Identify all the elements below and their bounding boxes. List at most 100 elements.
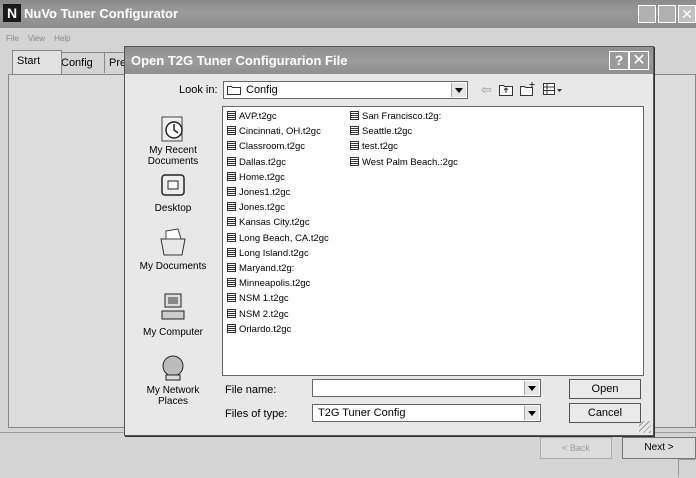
file-name: NSM 1.t2gc <box>239 293 289 305</box>
file-item[interactable]: NSM 1.t2gc <box>227 292 289 305</box>
file-icon <box>227 126 236 136</box>
look-in-value: Config <box>246 84 278 96</box>
place-label: My Network Places <box>146 385 200 407</box>
file-item[interactable]: Home.t2gc <box>227 171 285 184</box>
file-item[interactable]: Orlardo.t2gc <box>227 323 291 336</box>
file-icon <box>227 263 236 272</box>
place-my-network-places[interactable]: My Network Places <box>133 353 213 407</box>
file-icon <box>350 141 359 151</box>
file-name: test.t2gc <box>362 141 398 153</box>
file-item[interactable]: test.t2gc <box>350 140 398 153</box>
file-item[interactable]: Jones.t2gc <box>227 201 285 214</box>
network-places-icon <box>162 355 184 381</box>
dialog-close-button[interactable]: ✕ <box>629 51 649 70</box>
file-item[interactable]: Kansas City.t2gc <box>227 216 310 229</box>
maximize-button[interactable] <box>658 5 676 23</box>
tab-start[interactable]: Start <box>12 50 62 74</box>
file-icon <box>350 111 359 120</box>
menu-file[interactable]: File <box>6 34 19 43</box>
file-name: Cincinnati, OH.t2gc <box>239 126 321 138</box>
file-item[interactable]: AVP.t2gc <box>227 110 277 123</box>
file-name: Classroom.t2gc <box>239 141 305 153</box>
file-icon <box>227 156 236 166</box>
file-icon <box>350 156 359 166</box>
menu-bar: File View Help <box>0 34 74 46</box>
chevron-down-icon[interactable] <box>524 381 539 395</box>
file-name: Orlardo.t2gc <box>239 323 292 335</box>
file-name: AVP.t2gc <box>239 111 277 122</box>
desktop-icon <box>161 174 185 196</box>
open-button[interactable]: Open <box>569 379 641 399</box>
file-name: Maryand.t2g: <box>239 263 295 274</box>
my-computer-icon <box>161 293 185 320</box>
minimize-button[interactable] <box>638 5 656 23</box>
file-name: Seattle.t2gc <box>362 126 413 138</box>
files-of-type-dropdown[interactable]: T2G Tuner Config <box>312 404 541 422</box>
place-label: My Documents <box>139 261 207 272</box>
file-name: Kansas City.t2gc <box>239 217 310 229</box>
tab-config[interactable]: Config <box>56 52 110 73</box>
chevron-down-icon[interactable] <box>451 83 466 97</box>
place-label: My Computer <box>142 327 203 338</box>
close-window-button[interactable]: ✕ <box>678 5 696 23</box>
folder-icon <box>227 86 241 95</box>
main-window-title: NuVo Tuner Configurator <box>24 6 179 21</box>
file-item[interactable]: Maryand.t2g: <box>227 262 294 275</box>
file-item[interactable]: NSM 2.t2gc <box>227 308 289 321</box>
file-name: Jones.t2gc <box>239 202 285 214</box>
file-icon <box>227 278 236 288</box>
next-button[interactable]: Next > <box>622 437 696 459</box>
file-item[interactable]: Classroom.t2gc <box>227 140 305 153</box>
file-item[interactable]: Long Island.t2gc <box>227 247 309 260</box>
file-name: San Francisco.t2g: <box>362 111 442 122</box>
file-item[interactable]: West Palm Beach.:2gc <box>350 156 458 169</box>
file-icon <box>350 126 359 136</box>
file-item[interactable]: Cincinnati, OH.t2gc <box>227 125 321 138</box>
file-name: Home.t2gc <box>239 171 285 183</box>
dialog-title-bar[interactable]: Open T2G Tuner Configurarion File ? ✕ <box>125 47 653 74</box>
file-name-dropdown[interactable] <box>524 380 540 396</box>
file-icon <box>227 247 236 257</box>
my-documents-icon <box>160 228 186 256</box>
up-folder-icon[interactable] <box>499 82 513 96</box>
file-icon <box>227 217 236 227</box>
file-name: West Palm Beach.:2gc <box>362 156 458 168</box>
open-file-dialog: Open T2G Tuner Configurarion File ? ✕ Lo… <box>124 46 654 436</box>
menu-help[interactable]: Help <box>54 34 70 43</box>
file-icon <box>227 141 236 151</box>
file-item[interactable]: San Francisco.t2g: <box>350 110 441 123</box>
file-item[interactable]: Dallas.t2gc <box>227 156 286 169</box>
menu-view[interactable]: View <box>28 34 45 43</box>
back-arrow-icon[interactable]: ⇦ <box>481 82 492 98</box>
file-icon <box>227 111 236 120</box>
resize-grip[interactable] <box>678 459 695 477</box>
file-icon <box>227 232 236 242</box>
help-button[interactable]: ? <box>609 51 629 70</box>
file-item[interactable]: Jones1.t2gc <box>227 186 290 199</box>
dialog-resize-grip[interactable] <box>639 421 651 433</box>
file-name-label: File name: <box>225 384 277 396</box>
chevron-down-icon[interactable] <box>524 406 539 420</box>
file-icon <box>227 323 236 333</box>
file-name-input[interactable] <box>312 379 541 397</box>
place-desktop[interactable]: Desktop <box>133 171 213 214</box>
file-icon <box>227 171 236 181</box>
file-item[interactable]: Minneapolis.t2gc <box>227 277 310 290</box>
look-in-dropdown[interactable]: Config <box>223 81 468 99</box>
file-list[interactable]: AVP.t2gc Cincinnati, OH.t2gc Classroom.t2g… <box>222 106 644 376</box>
place-label: Desktop <box>154 203 192 214</box>
place-my-computer[interactable]: My Computer <box>133 291 213 338</box>
file-name: NSM 2.t2gc <box>239 308 289 320</box>
new-folder-icon[interactable] <box>520 82 536 96</box>
file-name: Minneapolis.t2gc <box>239 278 311 290</box>
file-name: Long Beach, CA.t2gc <box>239 232 329 244</box>
back-button[interactable]: < Back <box>540 437 612 459</box>
cancel-button[interactable]: Cancel <box>569 403 641 423</box>
recent-documents-icon <box>161 116 183 142</box>
file-item[interactable]: Seattle.t2gc <box>350 125 412 138</box>
main-title-bar[interactable]: N NuVo Tuner Configurator ✕ <box>0 0 696 28</box>
file-item[interactable]: Long Beach, CA.t2gc <box>227 232 329 245</box>
view-menu-icon[interactable] <box>543 82 563 96</box>
place-recent-documents[interactable]: My Recent Documents <box>133 113 213 167</box>
place-my-documents[interactable]: My Documents <box>133 225 213 272</box>
